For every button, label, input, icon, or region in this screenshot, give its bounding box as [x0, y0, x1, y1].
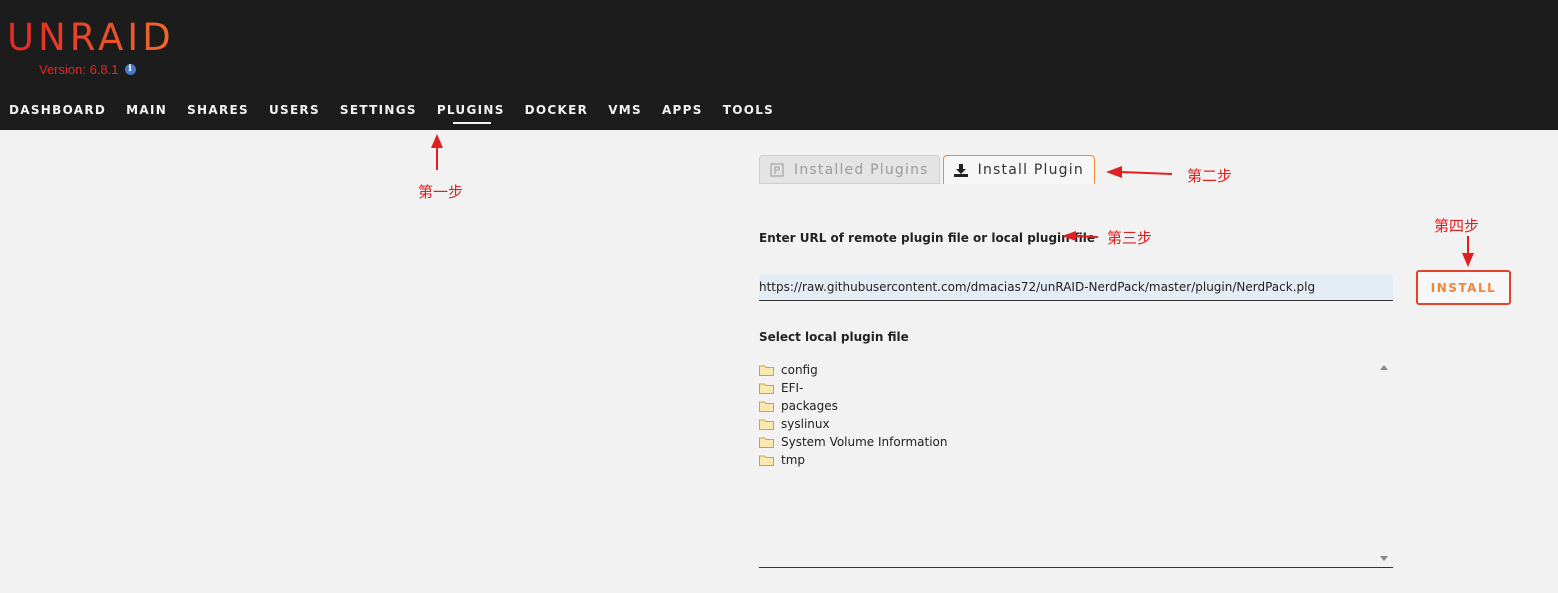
folder-icon — [759, 455, 774, 466]
folder-icon — [759, 401, 774, 412]
file-tree-item-label: System Volume Information — [781, 435, 948, 449]
nav-item-shares[interactable]: SHARES — [187, 102, 249, 118]
file-tree-item-label: config — [781, 363, 818, 377]
folder-icon — [759, 383, 774, 394]
file-tree-item[interactable]: tmp — [759, 451, 1393, 469]
folder-icon — [759, 437, 774, 448]
step3-arrow-icon — [1062, 231, 1099, 241]
nav-item-plugins[interactable]: PLUGINS — [437, 102, 505, 124]
nav-item-vms[interactable]: VMS — [608, 102, 642, 118]
nav-item-docker[interactable]: DOCKER — [525, 102, 589, 118]
step1-annotation: 第一步 — [418, 183, 464, 201]
download-icon — [953, 164, 968, 177]
version-text: Version: 6.8.1 — [39, 62, 119, 77]
step2-annotation: 第二步 — [1187, 167, 1233, 185]
unraid-logo[interactable]: UNRAID — [7, 16, 175, 60]
nav-item-users[interactable]: USERS — [269, 102, 320, 118]
local-file-label: Select local plugin file — [759, 330, 909, 344]
header-bar: UNRAID Version: 6.8.1 i DASHBOARD MAIN S… — [0, 0, 1558, 130]
nav-item-tools[interactable]: TOOLS — [723, 102, 774, 118]
file-tree-item-label: packages — [781, 399, 838, 413]
file-tree-item[interactable]: EFI- — [759, 379, 1393, 397]
local-file-tree[interactable]: config EFI- packages syslinux System Vol… — [759, 361, 1393, 568]
file-tree-item[interactable]: syslinux — [759, 415, 1393, 433]
file-tree-item-label: syslinux — [781, 417, 830, 431]
file-tree-item[interactable]: System Volume Information — [759, 433, 1393, 451]
version-info: Version: 6.8.1 i — [39, 62, 136, 77]
file-tree-item-label: EFI- — [781, 381, 804, 395]
step4-arrow-icon — [1462, 236, 1474, 267]
plugin-url-input[interactable] — [759, 274, 1393, 301]
tab-install-label: Install Plugin — [977, 162, 1084, 178]
nav-item-settings[interactable]: SETTINGS — [340, 102, 417, 118]
tab-install-plugin[interactable]: Install Plugin — [942, 155, 1095, 184]
file-tree-item-label: tmp — [781, 453, 806, 467]
main-nav: DASHBOARD MAIN SHARES USERS SETTINGS PLU… — [9, 102, 774, 124]
tab-installed-label: Installed Plugins — [794, 161, 929, 178]
nav-item-apps[interactable]: APPS — [662, 102, 703, 118]
step3-annotation: 第三步 — [1107, 229, 1153, 247]
file-tree-item[interactable]: config — [759, 361, 1393, 379]
file-tree-item[interactable]: packages — [759, 397, 1393, 415]
plugin-file-icon — [770, 162, 784, 177]
info-icon[interactable]: i — [124, 64, 136, 75]
scroll-down-icon[interactable] — [1380, 556, 1388, 561]
plugin-tabs: Installed Plugins Install Plugin — [759, 155, 1095, 184]
nav-item-dashboard[interactable]: DASHBOARD — [9, 102, 106, 118]
url-field-label: Enter URL of remote plugin file or local… — [759, 231, 1096, 245]
scroll-up-icon[interactable] — [1380, 365, 1388, 370]
tab-installed-plugins[interactable]: Installed Plugins — [759, 155, 940, 184]
folder-icon — [759, 365, 774, 376]
folder-icon — [759, 419, 774, 430]
install-button[interactable]: INSTALL — [1416, 270, 1511, 305]
step2-arrow-icon — [1106, 166, 1173, 178]
step4-annotation: 第四步 — [1434, 217, 1480, 235]
step1-arrow-icon — [431, 134, 443, 170]
nav-item-main[interactable]: MAIN — [126, 102, 167, 118]
